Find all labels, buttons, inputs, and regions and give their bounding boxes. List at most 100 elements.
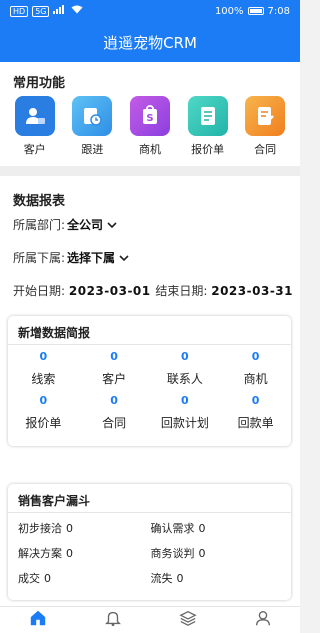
brief-item-payments[interactable]: 0 回款单: [220, 394, 291, 431]
opportunity-icon: S: [129, 96, 170, 136]
followup-icon: [72, 96, 113, 136]
end-date[interactable]: 结束日期: 2023-03-31: [155, 282, 293, 299]
brief-label: 商机: [243, 372, 268, 386]
contract-icon: [245, 96, 286, 136]
signal-icon: [53, 5, 67, 17]
funnel-stage: 确认需求 0: [151, 520, 284, 536]
brief-item-quotes[interactable]: 0 报价单: [8, 394, 79, 431]
subordinate-value: 选择下属: [67, 251, 116, 265]
brief-value: 0: [251, 350, 260, 363]
funnel-stage-value: 0: [66, 522, 73, 535]
brief-value: 0: [181, 350, 189, 363]
brief-item-opportunities[interactable]: 0 商机: [220, 350, 291, 387]
brief-value: 0: [39, 350, 48, 363]
card-title: 新增数据简报: [18, 326, 91, 340]
funnel-stage: 成交 0: [18, 570, 151, 586]
func-label: 报价单: [191, 143, 225, 156]
brief-label: 合同: [102, 416, 127, 430]
func-label: 合同: [254, 143, 277, 156]
brief-label: 报价单: [25, 416, 62, 430]
brief-value: 0: [110, 394, 118, 407]
funnel-stage-value: 0: [198, 522, 206, 535]
data-report-section: 数据报表 所属部门: 全公司 所属下属: 选择下属 开始日期: 2023-03-…: [0, 176, 300, 606]
func-contract[interactable]: 合同: [240, 96, 290, 157]
sales-funnel-card: 销售客户漏斗 初步接洽 0 确认需求 0 解决方案 0 商务谈判 0 成交 0 流失 0: [8, 484, 291, 600]
department-label: 所属部门:: [13, 218, 66, 232]
brief-label: 联系人: [166, 372, 203, 386]
date-range: 开始日期: 2023-03-01 结束日期: 2023-03-31: [13, 282, 293, 299]
tab-layers[interactable]: [178, 609, 197, 631]
divider: [8, 512, 291, 513]
wifi-icon: [71, 5, 83, 17]
department-value: 全公司: [67, 218, 104, 232]
tab-notifications[interactable]: [104, 609, 122, 631]
user-icon: [255, 611, 270, 626]
funnel-stage-label: 初步接洽: [18, 522, 62, 535]
network-indicator: 5G: [32, 5, 50, 17]
page-title: 逍遥宠物CRM: [103, 33, 197, 52]
department-filter[interactable]: 所属部门: 全公司: [13, 216, 117, 233]
funnel-stage: 解决方案 0: [18, 545, 151, 561]
battery-percent: 100%: [214, 5, 244, 17]
svg-text:S: S: [146, 113, 153, 124]
app-header: 逍遥宠物CRM: [0, 22, 300, 62]
brief-label: 线索: [31, 372, 56, 386]
tab-profile[interactable]: [254, 609, 272, 631]
start-date-label: 开始日期:: [13, 284, 66, 298]
battery-icon: [247, 7, 264, 15]
brief-label: 客户: [102, 372, 127, 386]
section-title: 常用功能: [13, 76, 66, 91]
func-followup[interactable]: 跟进: [67, 96, 117, 157]
card-title: 销售客户漏斗: [18, 494, 91, 508]
brief-value: 0: [181, 394, 189, 407]
tab-home[interactable]: [29, 609, 47, 631]
funnel-stage-value: 0: [198, 547, 206, 560]
end-date-label: 结束日期:: [155, 284, 208, 298]
brief-label: 回款单: [237, 416, 274, 430]
chevron-down-icon: [107, 221, 117, 228]
brief-item-payment-plans[interactable]: 0 回款计划: [150, 394, 221, 431]
brief-label: 回款计划: [160, 416, 209, 430]
func-label: 商机: [138, 143, 161, 156]
section-divider: [0, 166, 300, 176]
funnel-stage-label: 流失: [150, 572, 173, 585]
home-icon: [30, 610, 45, 626]
funnel-stage-label: 商务谈判: [150, 547, 195, 560]
subordinate-filter[interactable]: 所属下属: 选择下属: [13, 249, 129, 266]
divider: [8, 344, 291, 345]
report-title: 数据报表: [13, 194, 66, 209]
brief-item-contracts[interactable]: 0 合同: [79, 394, 150, 431]
funnel-stage-label: 成交: [18, 572, 40, 585]
bottom-tab-bar: [0, 606, 300, 633]
func-label: 客户: [23, 143, 46, 156]
brief-item-leads[interactable]: 0 线索: [8, 350, 79, 387]
layers-icon: [178, 610, 197, 626]
brief-item-contacts[interactable]: 0 联系人: [150, 350, 221, 387]
common-functions-section: 常用功能 客户 跟进 S 商机 报价单 合同: [0, 62, 300, 166]
start-date-value: 2023-03-01: [68, 284, 151, 298]
customer-icon: [14, 96, 55, 136]
status-bar: HD 5G 100% 7:08: [0, 0, 300, 22]
funnel-stage: 流失 0: [151, 570, 284, 586]
func-label: 跟进: [81, 143, 104, 156]
new-data-brief-card: 新增数据简报 0 线索 0 客户 0 联系人 0 商机 0 报价单 0 合同 0 回款计划 0…: [8, 316, 291, 446]
hd-indicator: HD: [10, 5, 29, 17]
start-date[interactable]: 开始日期: 2023-03-01: [13, 282, 151, 299]
func-opportunity[interactable]: S 商机: [125, 96, 175, 157]
subordinate-label: 所属下属:: [13, 251, 66, 265]
funnel-stage-value: 0: [44, 572, 51, 585]
brief-value: 0: [39, 394, 48, 407]
brief-value: 0: [251, 394, 260, 407]
clock: 7:08: [267, 5, 290, 17]
funnel-stage-value: 0: [66, 547, 73, 560]
quote-icon: [187, 96, 228, 136]
func-customer[interactable]: 客户: [10, 96, 60, 157]
funnel-stage-value: 0: [176, 572, 184, 585]
chevron-down-icon: [119, 254, 129, 261]
brief-item-customers[interactable]: 0 客户: [79, 350, 150, 387]
funnel-stage-label: 确认需求: [150, 522, 195, 535]
func-quote[interactable]: 报价单: [183, 96, 233, 157]
end-date-value: 2023-03-31: [211, 284, 293, 298]
bell-icon: [104, 611, 121, 627]
funnel-stage: 初步接洽 0: [18, 520, 151, 536]
